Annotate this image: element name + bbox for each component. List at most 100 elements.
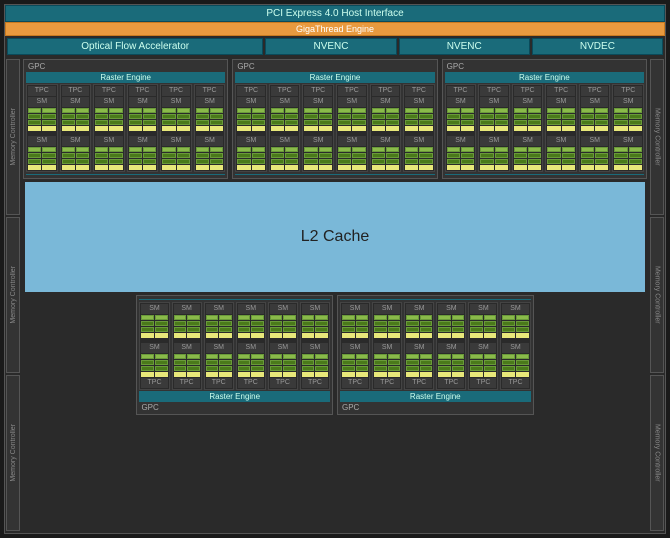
- core-unit: [319, 120, 332, 125]
- sm-cores: [480, 147, 508, 170]
- sm-label: SM: [480, 97, 508, 107]
- core-unit: [480, 108, 493, 113]
- core-unit: [547, 153, 560, 158]
- raster-engine: Raster Engine: [445, 72, 644, 83]
- sm-cores: [342, 315, 368, 338]
- core-unit: [470, 366, 483, 371]
- core-unit: [420, 360, 433, 365]
- tensor-unit: [516, 333, 529, 338]
- core-unit: [406, 354, 419, 359]
- core-unit: [495, 153, 508, 158]
- core-unit: [452, 321, 465, 326]
- core-unit: [143, 147, 156, 152]
- tpc-label: TPC: [304, 86, 332, 96]
- tpc-label: TPC: [129, 86, 157, 96]
- core-unit: [283, 321, 296, 326]
- tensor-unit: [174, 372, 187, 377]
- core-unit: [251, 321, 264, 326]
- tpc: TPCSMSM: [160, 84, 192, 172]
- tensor-unit: [595, 126, 608, 131]
- core-unit: [206, 315, 219, 320]
- core-unit: [271, 114, 284, 119]
- core-unit: [452, 360, 465, 365]
- core-unit: [155, 354, 168, 359]
- tensor-unit: [187, 372, 200, 377]
- core-unit: [155, 360, 168, 365]
- sm-label: SM: [270, 343, 296, 353]
- sm-cores: [62, 108, 90, 131]
- sm-label: SM: [206, 343, 232, 353]
- core-unit: [386, 120, 399, 125]
- sm-cores: [406, 354, 432, 377]
- core-unit: [62, 120, 75, 125]
- tensor-unit: [452, 333, 465, 338]
- raster-engine: Raster Engine: [235, 72, 434, 83]
- sm-label: SM: [141, 304, 167, 314]
- core-unit: [210, 147, 223, 152]
- sm-label: SM: [271, 136, 299, 146]
- sm-label: SM: [304, 136, 332, 146]
- tpc: TPCSMSM: [26, 84, 58, 172]
- core-unit: [470, 315, 483, 320]
- gpc: SMSMTPCSMSMTPCSMSMTPCSMSMTPCSMSMTPCSMSMT…: [136, 295, 333, 415]
- core-unit: [251, 315, 264, 320]
- core-unit: [547, 147, 560, 152]
- tensor-unit: [237, 165, 250, 170]
- tensor-unit: [470, 372, 483, 377]
- core-unit: [438, 315, 451, 320]
- core-unit: [141, 315, 154, 320]
- core-unit: [238, 366, 251, 371]
- tensor-unit: [386, 126, 399, 131]
- tensor-unit: [177, 165, 190, 170]
- core-unit: [251, 366, 264, 371]
- tensor-unit: [581, 165, 594, 170]
- tensor-unit: [386, 165, 399, 170]
- core-unit: [438, 327, 451, 332]
- sm-cores: [237, 108, 265, 131]
- sm-label: SM: [62, 136, 90, 146]
- core-unit: [95, 153, 108, 158]
- core-unit: [302, 327, 315, 332]
- core-unit: [595, 108, 608, 113]
- sm-cores: [406, 315, 432, 338]
- tpc-label: TPC: [174, 378, 200, 388]
- core-unit: [270, 327, 283, 332]
- gpu-block-diagram: PCI Express 4.0 Host Interface GigaThrea…: [4, 4, 666, 534]
- tensor-unit: [304, 165, 317, 170]
- tensor-unit: [319, 165, 332, 170]
- sm-label: SM: [95, 97, 123, 107]
- core-unit: [502, 366, 515, 371]
- tpc-label: TPC: [237, 86, 265, 96]
- gigathread-engine: GigaThread Engine: [5, 22, 665, 36]
- sm-label: SM: [405, 136, 433, 146]
- core-unit: [162, 120, 175, 125]
- pci-interface: PCI Express 4.0 Host Interface: [5, 5, 665, 22]
- tpc: TPCSMSM: [545, 84, 577, 172]
- core-unit: [516, 354, 529, 359]
- tensor-unit: [470, 333, 483, 338]
- tpc: SMSMTPC: [204, 302, 234, 390]
- core-unit: [42, 159, 55, 164]
- core-unit: [595, 120, 608, 125]
- sm-label: SM: [438, 304, 464, 314]
- tensor-unit: [388, 333, 401, 338]
- core-unit: [177, 159, 190, 164]
- core-unit: [219, 360, 232, 365]
- core-unit: [514, 114, 527, 119]
- core-unit: [420, 315, 433, 320]
- sm-label: SM: [547, 97, 575, 107]
- tpc: SMSMTPC: [468, 302, 498, 390]
- tensor-unit: [155, 333, 168, 338]
- tensor-unit: [187, 333, 200, 338]
- sm-cores: [581, 108, 609, 131]
- tensor-unit: [285, 126, 298, 131]
- tensor-unit: [495, 126, 508, 131]
- core-unit: [319, 108, 332, 113]
- core-unit: [342, 366, 355, 371]
- tensor-unit: [95, 165, 108, 170]
- core-unit: [177, 108, 190, 113]
- core-unit: [187, 354, 200, 359]
- tpc: TPCSMSM: [512, 84, 544, 172]
- tensor-unit: [219, 372, 232, 377]
- core-unit: [420, 327, 433, 332]
